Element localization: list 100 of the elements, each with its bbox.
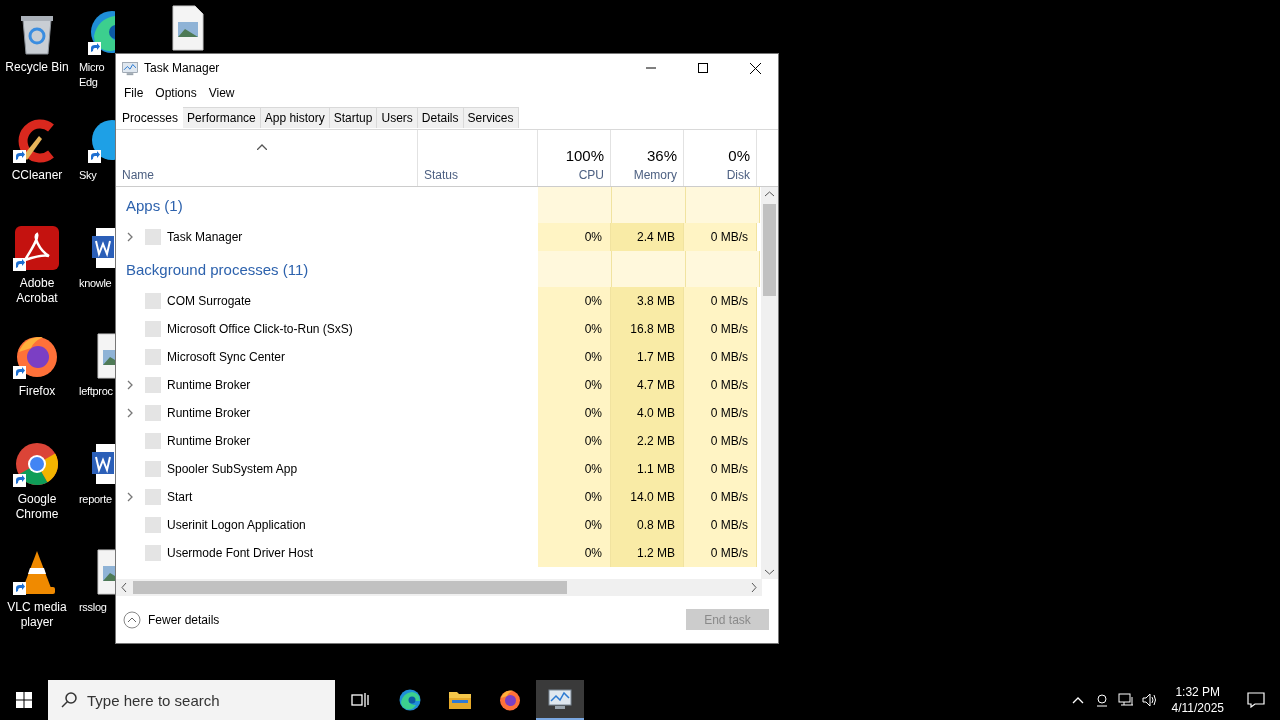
menu-item[interactable]: Options [149,86,203,100]
table-cell: 0% [538,511,611,539]
browser-icon [398,688,422,712]
table-cell: 0% [538,315,611,343]
column-total: 0% [728,147,750,164]
desktop-icon-label: Micro Edg [79,60,106,90]
tab[interactable]: Performance [182,107,261,128]
table-cell: 2.4 MB [611,223,684,251]
table-cell: 3.8 MB [611,287,684,315]
table-cell: 4.0 MB [611,399,684,427]
table-cell: 0% [538,287,611,315]
desktop-icon-label: Adobe Acrobat [15,276,59,306]
tab[interactable]: App history [259,107,330,128]
network-icon[interactable] [1117,692,1134,708]
process-name: Spooler SubSystem App [167,462,298,476]
desktop-icon-label: Sky [79,168,98,183]
table-cell: 0% [538,539,611,567]
scroll-thumb[interactable] [763,204,777,296]
fewer-details-button[interactable]: Fewer details [123,610,220,629]
scroll-down-icon[interactable] [765,569,775,575]
desktop-icon-label: rsslog [79,600,108,615]
column-header[interactable]: 36% Memory [611,130,684,186]
table-cell: 0% [538,371,611,399]
task-manager-icon [122,60,138,76]
desktop-icon-label: leftproc [79,384,113,399]
tab[interactable]: Services [462,107,519,128]
search-field[interactable]: Type here to search [48,680,335,720]
maximize-icon [698,63,708,73]
scroll-right-icon[interactable] [751,583,757,592]
process-name: Microsoft Office Click-to-Run (SxS) [167,322,353,336]
tab[interactable]: Users [376,107,418,128]
process-name: Runtime Broker [167,378,251,392]
column-header[interactable]: Status [418,130,538,186]
desktop-icon-label: reporte [79,492,113,507]
scroll-left-icon[interactable] [121,583,127,592]
acrobat-desktop-icon[interactable] [13,224,61,272]
table-cell: 14.0 MB [611,483,684,511]
process-name: Start [167,490,193,504]
process-name: Runtime Broker [167,434,251,448]
collapse-icon [123,610,141,629]
windows-logo-icon [16,692,32,708]
process-name: Task Manager [167,230,243,244]
table-cell: 0 MB/s [684,455,757,483]
process-icon [145,377,161,393]
process-name: Runtime Broker [167,406,251,420]
table-cell: 0% [538,399,611,427]
firefox-icon [498,688,522,712]
task-manager-icon [548,688,572,710]
table-cell: 0 MB/s [684,511,757,539]
group-header: Background processes (11) [126,260,309,278]
volume-icon[interactable] [1141,692,1158,708]
scroll-up-icon[interactable] [765,191,775,197]
process-icon [145,489,161,505]
group-header: Apps (1) [126,196,183,214]
process-name: COM Surrogate [167,294,252,308]
table-cell: 0 MB/s [684,539,757,567]
tab[interactable]: Details [416,107,464,128]
process-name: Usermode Font Driver Host [167,546,314,560]
table-cell: 16.8 MB [611,315,684,343]
table-cell: 0% [538,455,611,483]
desktop-icon-label: Firefox [18,384,56,399]
process-icon [145,405,161,421]
desktop-icon-label: CCleaner [11,168,63,183]
clock-date[interactable]: 4/11/2025 [1171,700,1224,716]
desktop-icon-label: Recycle Bin [5,60,69,75]
table-cell: 1.1 MB [611,455,684,483]
table-cell: 0% [538,483,611,511]
desktop-icon-label: knowle [79,276,113,291]
clock-time[interactable]: 1:32 PM [1171,684,1224,700]
table-cell: 0 MB/s [684,399,757,427]
horizontal-scrollbar[interactable] [116,579,762,596]
table-cell: 4.7 MB [611,371,684,399]
table-cell: 2.2 MB [611,427,684,455]
table-cell: 0% [538,223,611,251]
table-cell: 0% [538,427,611,455]
process-icon [145,229,161,245]
scroll-thumb[interactable] [133,581,567,594]
table-cell: 0 MB/s [684,287,757,315]
table-cell: 0% [538,343,611,371]
sort-caret-icon [257,144,267,150]
task-view-icon [351,692,369,708]
vertical-scrollbar[interactable] [761,187,778,579]
table-cell: 1.2 MB [611,539,684,567]
column-total: 36% [646,147,677,164]
table-cell: 1.7 MB [611,343,684,371]
column-header[interactable]: 100% CPU [538,130,611,186]
table-cell: 0 MB/s [684,427,757,455]
notification-icon [1247,692,1265,708]
column-header[interactable]: 0% Disk [684,130,757,186]
column-header[interactable]: Name [116,130,418,186]
table-cell: 0.8 MB [611,511,684,539]
tab[interactable]: Startup [328,107,378,128]
table-cell: 0 MB/s [684,483,757,511]
column-total: 100% [565,147,604,164]
menu-item[interactable]: View [202,86,241,100]
chrome-desktop-icon[interactable] [13,440,61,488]
menu-item[interactable]: File [118,86,150,100]
taskbar-app-button[interactable] [536,680,584,720]
close-icon [749,62,761,74]
process-name: Userinit Logon Application [167,518,306,532]
